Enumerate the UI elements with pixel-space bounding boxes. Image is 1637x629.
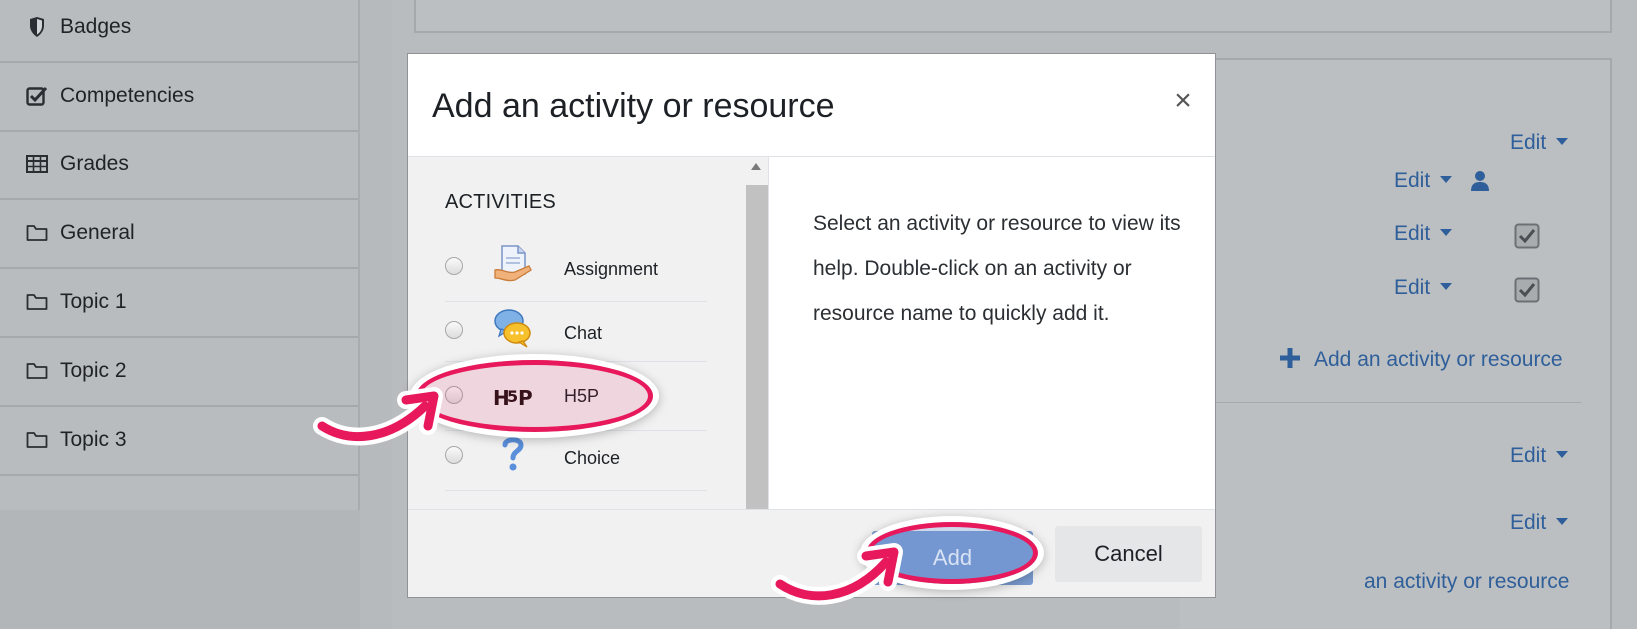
- radio-assignment[interactable]: [445, 257, 463, 275]
- plus-icon: [1280, 348, 1300, 368]
- modal-title: Add an activity or resource: [432, 87, 835, 125]
- radio-chat[interactable]: [445, 321, 463, 339]
- sidebar-item-label: Grades: [60, 152, 129, 175]
- edit-menu[interactable]: Edit: [1394, 276, 1453, 300]
- scrollbar-thumb[interactable]: [746, 185, 768, 509]
- sidebar-item-topic-1[interactable]: Topic 1: [0, 268, 358, 338]
- edit-menu[interactable]: Edit: [1510, 131, 1569, 155]
- sidebar-item-label: Topic 3: [60, 428, 127, 451]
- option-label: Chat: [564, 323, 603, 343]
- sidebar-item-topic-2[interactable]: Topic 2: [0, 337, 358, 407]
- caret-down-icon: [1556, 450, 1569, 458]
- table-icon: [24, 153, 50, 175]
- pointer-arrow-icon: [313, 387, 443, 446]
- folder-icon: [24, 360, 50, 382]
- options-scrollbar[interactable]: [746, 157, 768, 509]
- add-activity-link[interactable]: an activity or resource: [1364, 570, 1569, 594]
- choice-icon: [502, 437, 524, 471]
- course-index-sidebar: Badges Competencies Grades General Topic…: [0, 0, 360, 510]
- assignment-icon: [494, 245, 532, 282]
- close-icon[interactable]: ×: [1168, 84, 1198, 118]
- caret-down-icon: [1556, 517, 1569, 525]
- help-pane: Select an activity or resource to view i…: [768, 157, 1215, 509]
- completion-checkbox-icon[interactable]: [1514, 223, 1540, 249]
- folder-icon: [24, 429, 50, 451]
- sidebar-item-label: Badges: [60, 15, 132, 38]
- user-icon[interactable]: [1470, 170, 1490, 192]
- sidebar-item-label: General: [60, 221, 135, 244]
- folder-icon: [24, 291, 50, 313]
- shield-icon: [24, 16, 50, 38]
- help-text: Select an activity or resource to view i…: [813, 212, 1181, 325]
- checkbox-icon: [24, 85, 50, 107]
- edit-menu[interactable]: Edit: [1394, 169, 1453, 193]
- sidebar-item-grades[interactable]: Grades: [0, 130, 358, 200]
- sidebar-item-badges[interactable]: Badges: [0, 0, 358, 63]
- divider: [1216, 402, 1581, 403]
- option-choice[interactable]: Choice: [445, 431, 707, 491]
- option-chat[interactable]: Chat: [445, 302, 707, 362]
- edit-menu[interactable]: Edit: [1510, 444, 1569, 468]
- caret-down-icon: [1556, 137, 1569, 145]
- caret-down-icon: [1440, 175, 1453, 183]
- caret-down-icon: [1440, 282, 1453, 290]
- edit-menu[interactable]: Edit: [1394, 222, 1453, 246]
- edit-menu[interactable]: Edit: [1510, 511, 1569, 535]
- completion-checkbox-icon[interactable]: [1514, 277, 1540, 303]
- sidebar-footer-area: [0, 510, 360, 629]
- activity-options-list: ACTIVITIES Assignment Chat H 5 P H5P Cho…: [408, 157, 768, 509]
- chat-icon: [494, 309, 531, 348]
- modal-header: Add an activity or resource ×: [408, 54, 1215, 157]
- activity-chooser-modal: Add an activity or resource × ACTIVITIES…: [407, 53, 1216, 598]
- highlight-oval-h5p: [416, 360, 653, 432]
- folder-icon: [24, 222, 50, 244]
- section-card: [414, 0, 1612, 33]
- option-label: Assignment: [564, 259, 659, 279]
- caret-down-icon: [1440, 228, 1453, 236]
- sidebar-item-topic-3[interactable]: Topic 3: [0, 406, 358, 476]
- sidebar-item-competencies[interactable]: Competencies: [0, 62, 358, 132]
- option-assignment[interactable]: Assignment: [445, 242, 707, 302]
- sidebar-item-general[interactable]: General: [0, 199, 358, 269]
- pointer-arrow-icon: [771, 543, 903, 605]
- section-label-activities: ACTIVITIES: [445, 191, 556, 213]
- option-label: Choice: [564, 448, 621, 468]
- scroll-up-icon[interactable]: [751, 163, 761, 170]
- sidebar-item-label: Topic 2: [60, 359, 127, 382]
- add-activity-link[interactable]: Add an activity or resource: [1280, 348, 1563, 372]
- sidebar-item-label: Topic 1: [60, 290, 127, 313]
- cancel-button[interactable]: Cancel: [1055, 526, 1202, 582]
- sidebar-item-label: Competencies: [60, 84, 195, 107]
